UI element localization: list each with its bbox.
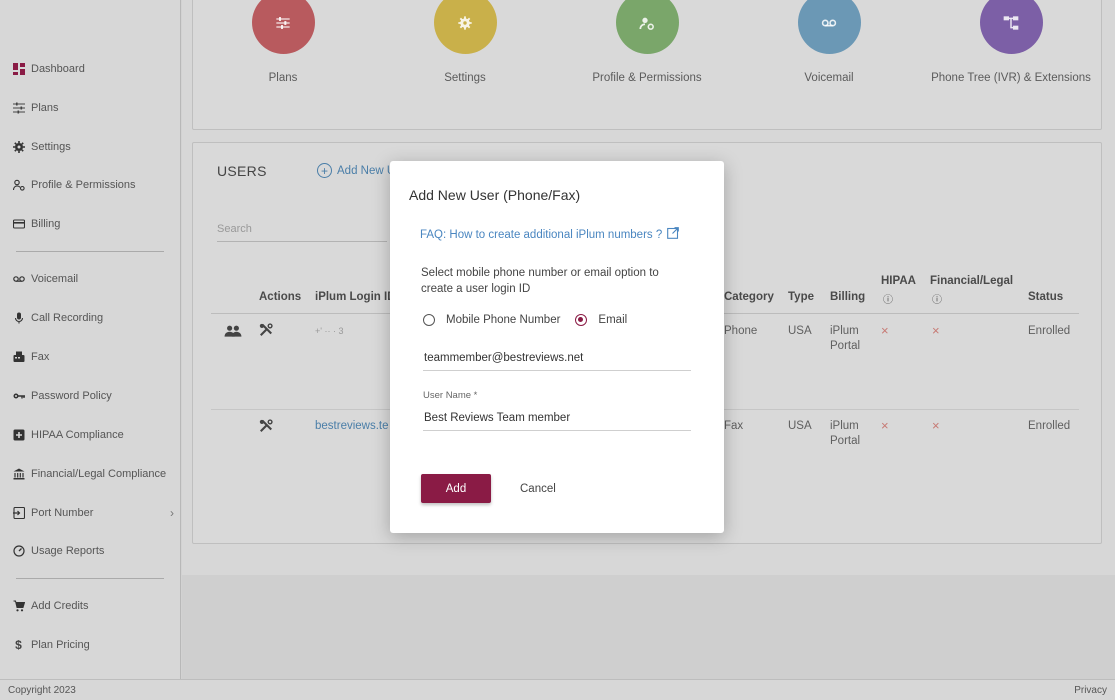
radio-mobile-phone-label: Mobile Phone Number	[446, 314, 561, 326]
radio-mobile-phone[interactable]	[423, 314, 435, 326]
dialog-title: Add New User (Phone/Fax)	[409, 187, 581, 203]
email-field[interactable]	[423, 350, 691, 371]
external-link-icon	[667, 227, 680, 242]
login-type-radio-group: Mobile Phone Number Email	[423, 314, 627, 326]
radio-email[interactable]	[575, 314, 588, 326]
add-user-dialog: Add New User (Phone/Fax) FAQ: How to cre…	[390, 161, 724, 533]
radio-email-label: Email	[598, 314, 628, 326]
cancel-button[interactable]: Cancel	[508, 474, 568, 503]
faq-link[interactable]: FAQ: How to create additional iPlum numb…	[420, 227, 680, 242]
email-input[interactable]	[423, 352, 691, 370]
instruction-text: Select mobile phone number or email opti…	[421, 267, 659, 295]
username-input[interactable]	[423, 412, 691, 430]
faq-link-label: FAQ: How to create additional iPlum numb…	[420, 228, 663, 241]
username-label: User Name *	[423, 390, 478, 401]
add-button[interactable]: Add	[421, 474, 491, 503]
username-field[interactable]	[423, 410, 691, 431]
